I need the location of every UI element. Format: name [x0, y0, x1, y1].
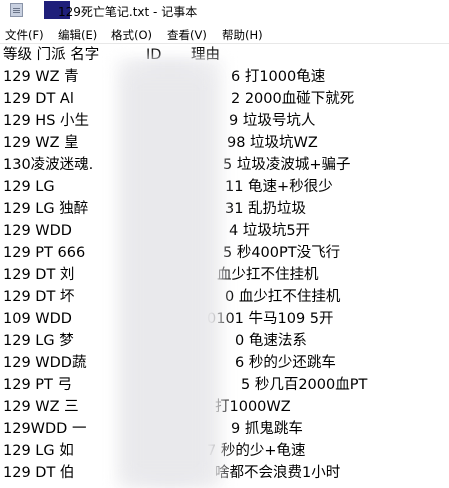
line-reason: 0 龟速法系	[235, 333, 307, 349]
line-prefix: 129WDD 一	[3, 421, 87, 437]
line-prefix: 129 WZ 三	[3, 399, 79, 415]
line-reason: 11 龟速+秒很少	[225, 179, 333, 195]
menu-edit[interactable]: 编辑(E)	[58, 27, 97, 43]
line-reason: 5 垃圾凌波城+骗子	[223, 157, 351, 173]
line-prefix: 129 LG	[3, 179, 55, 195]
line-prefix: 129 WZ 皇	[3, 135, 79, 151]
line-prefix: 130凌波迷魂.	[3, 157, 94, 173]
line-prefix: 129 LG 梦	[3, 333, 74, 349]
line-prefix: 129 WZ 青	[3, 69, 79, 85]
line-prefix: 129 DT Al	[3, 91, 74, 107]
line-reason: 98 垃圾坑WZ	[227, 135, 318, 151]
line-reason: 5 秒400PT没飞行	[223, 245, 341, 261]
line-prefix: 129 PT 弓	[3, 377, 72, 393]
line-reason: 2 2000血碰下就死	[231, 91, 355, 107]
line-prefix: 129 DT 刘	[3, 267, 75, 283]
menu-help[interactable]: 帮助(H)	[222, 27, 263, 43]
line-prefix: 129 LG 如	[3, 443, 74, 459]
line-prefix: 129 PT 666	[3, 245, 86, 261]
line-prefix: 129 DT 坏	[3, 289, 75, 305]
notepad-icon	[10, 3, 23, 17]
line-prefix: 129 WDD	[3, 223, 72, 239]
line-reason: 6 打1000龟速	[231, 69, 326, 85]
menu-format[interactable]: 格式(O)	[111, 27, 152, 43]
menu-bar: 文件(F) 编辑(E) 格式(O) 查看(V) 帮助(H)	[0, 23, 449, 43]
menu-view[interactable]: 查看(V)	[167, 27, 207, 43]
line-reason: 5 秒几百2000血PT	[241, 377, 368, 393]
line-reason: 9 抓鬼跳车	[231, 421, 303, 437]
redaction-blur-inner	[122, 70, 214, 482]
window-title: 129死亡笔记.txt - 记事本	[58, 5, 198, 19]
line-reason: 31 乱扔垃圾	[225, 201, 307, 217]
line-reason: 0 血少扛不住挂机	[225, 289, 341, 305]
title-bar: 129死亡笔记.txt - 记事本	[0, 0, 449, 22]
line-prefix: 129 WDD蔬	[3, 355, 87, 371]
line-reason: 啥都不会浪费1小时	[215, 465, 341, 481]
header-cols: 等级 门派 名字	[3, 47, 100, 63]
line-reason: 血少扛不住挂机	[217, 267, 319, 283]
line-prefix: 129 DT 伯	[3, 465, 75, 481]
line-prefix: 129 HS 小生	[3, 113, 90, 129]
line-reason: 9 垃圾号坑人	[229, 113, 316, 129]
line-reason: 4 垃圾坑5开	[229, 223, 311, 239]
menu-file[interactable]: 文件(F)	[5, 27, 44, 43]
line-prefix: 109 WDD	[3, 311, 72, 327]
line-prefix: 129 LG 独醉	[3, 201, 89, 217]
line-reason: 6 秒的少还跳车	[235, 355, 336, 371]
